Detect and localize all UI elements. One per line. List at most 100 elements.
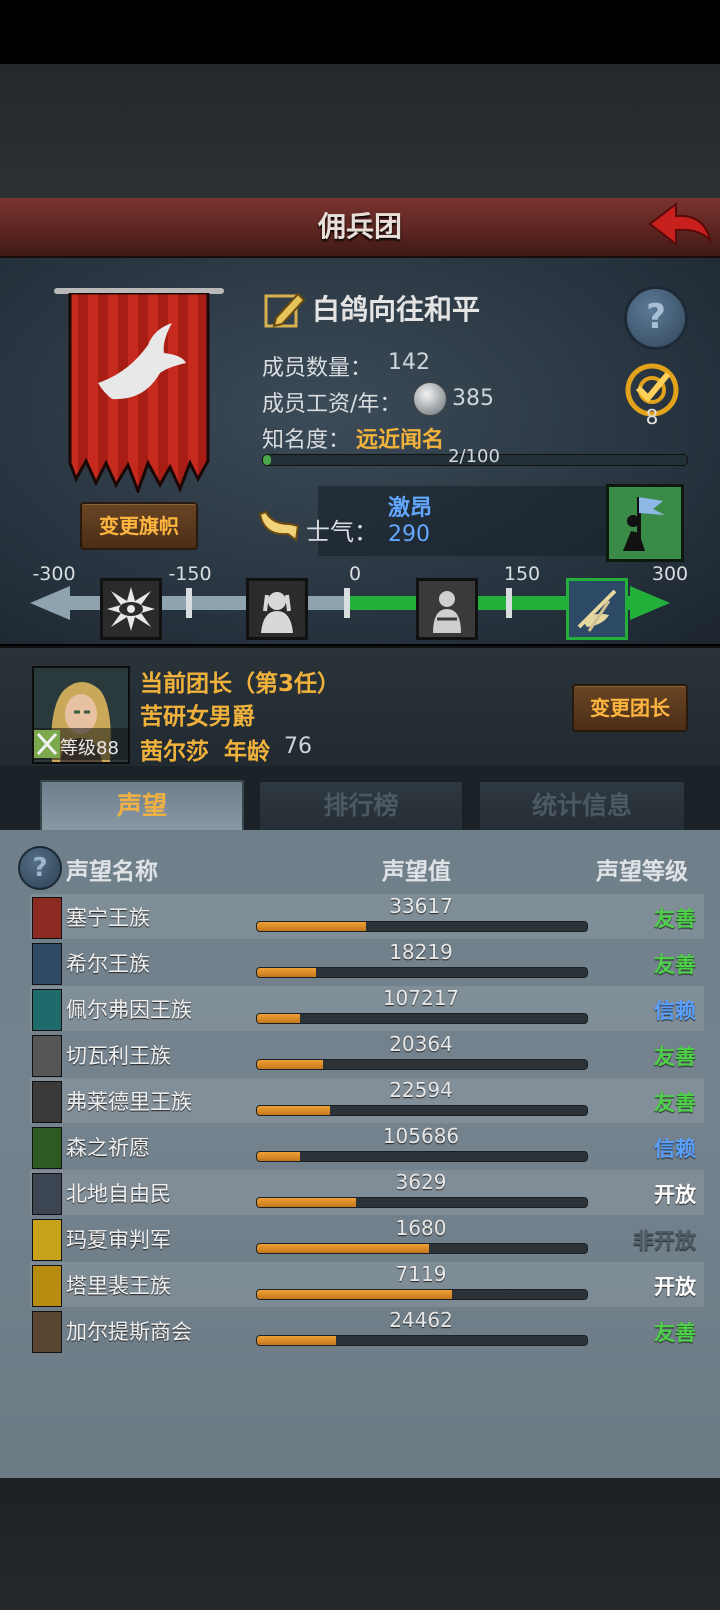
faction-name: 北地自由民 [66,1182,171,1206]
faction-name: 弗莱德里王族 [66,1090,192,1114]
faction-emblem-icon [32,1219,62,1261]
reputation-value: 18219 [389,940,453,964]
change-leader-button[interactable]: 变更团长 [572,684,688,732]
col-header-name: 声望名称 [66,859,158,885]
reputation-bar [256,967,588,978]
reputation-level: 非开放 [633,1229,696,1253]
faction-name: 加尔提斯商会 [66,1320,192,1344]
reputation-bar-fill [257,1244,429,1253]
col-header-level: 声望等级 [596,859,688,885]
fame-progress-text: 2/100 [448,446,500,467]
reputation-level: 友善 [654,953,696,977]
company-banner [68,293,210,493]
reputation-level: 友善 [654,1091,696,1115]
scale-tick: -150 [168,563,212,585]
morale-value: 290 [388,522,430,547]
reputation-bar-fill [257,1290,452,1299]
reputation-bar [256,1059,588,1070]
morale-flag-icon[interactable] [606,484,684,562]
tab-ranking[interactable]: 排行榜 [258,780,464,832]
scale-tick: 0 [348,563,362,585]
table-row[interactable]: 塔里裴王族 7119 开放 [30,1262,704,1307]
col-header-value: 声望值 [382,859,451,885]
table-row[interactable]: 弗莱德里王族 22594 友善 [30,1078,704,1123]
faction-emblem-icon [32,1035,62,1077]
top-background [0,64,720,198]
faction-emblem-icon [32,1127,62,1169]
tab-reputation[interactable]: 声望 [40,780,244,834]
reputation-bar-fill [257,1060,323,1069]
reputation-level: 信赖 [654,1137,696,1161]
reputation-value: 107217 [382,986,460,1010]
faction-name: 佩尔弗因王族 [66,998,192,1022]
scale-tick: 300 [651,563,689,585]
faction-emblem-icon [32,1173,62,1215]
faction-emblem-icon [32,989,62,1031]
help-icon[interactable]: ? [624,286,688,350]
reputation-value: 20364 [389,1032,453,1056]
reputation-bar [256,1289,588,1300]
members-value: 142 [388,350,430,375]
leader-name: 茜尔莎 [140,739,209,765]
reputation-bar [256,1105,588,1116]
reputation-bar-fill [257,1336,337,1345]
tab-statistics[interactable]: 统计信息 [478,780,686,832]
faction-name: 切瓦利王族 [66,1044,171,1068]
table-row[interactable]: 塞宁王族 33617 友善 [30,894,704,939]
reputation-value: 24462 [389,1308,453,1332]
target-count: 8 [645,405,659,429]
faction-name: 森之祈愿 [66,1136,150,1160]
table-row[interactable]: 希尔王族 18219 友善 [30,940,704,985]
reputation-bar-fill [257,1106,330,1115]
morale-label: 士气： [306,518,378,546]
reputation-level: 开放 [654,1183,696,1207]
faction-emblem-icon [32,943,62,985]
reputation-help-icon[interactable]: ? [18,846,62,890]
morale-state: 激昂 [388,496,433,521]
faction-name: 塞宁王族 [66,906,150,930]
reputation-bar [256,1197,588,1208]
leader-level: 等级88 [60,738,119,759]
faction-name: 塔里裴王族 [66,1274,171,1298]
bottom-background [0,1478,720,1610]
faction-emblem-icon [32,1081,62,1123]
page-title: 佣兵团 [317,210,402,243]
table-row[interactable]: 切瓦利王族 20364 友善 [30,1032,704,1077]
edit-name-icon[interactable] [264,290,306,330]
table-row[interactable]: 森之祈愿 105686 信赖 [30,1124,704,1169]
members-label: 成员数量： [262,356,373,381]
table-row[interactable]: 加尔提斯商会 24462 友善 [30,1308,704,1353]
change-banner-button[interactable]: 变更旗帜 [80,502,198,550]
faction-emblem-icon [32,1311,62,1353]
table-row[interactable]: 玛夏审判军 1680 非开放 [30,1216,704,1261]
reputation-level: 友善 [654,1321,696,1345]
faction-name: 玛夏审判军 [66,1228,171,1252]
table-row[interactable]: 北地自由民 3629 开放 [30,1170,704,1215]
wage-value: 385 [452,386,494,411]
despair-figure-icon[interactable] [246,578,308,640]
wage-label: 成员工资/年： [262,392,402,417]
back-arrow-icon[interactable] [646,200,714,252]
reputation-bar [256,1243,588,1254]
eye-burst-icon[interactable] [100,578,162,640]
reputation-value: 7119 [395,1262,447,1286]
leader-age-label: 年龄 [224,739,270,765]
reputation-value: 3629 [395,1170,447,1194]
faction-emblem-icon [32,1265,62,1307]
reputation-level: 开放 [654,1275,696,1299]
reputation-value: 33617 [389,894,453,918]
reputation-bar-fill [257,1014,300,1023]
table-row[interactable]: 佩尔弗因王族 107217 信赖 [30,986,704,1031]
reputation-level: 信赖 [654,999,696,1023]
reputation-value: 1680 [395,1216,447,1240]
silver-coin-icon [413,382,447,416]
title-bar: 佣兵团 [0,198,720,259]
calm-figure-icon[interactable] [416,578,478,640]
leader-trait: 苦研女男爵 [140,704,255,730]
reputation-bar [256,1335,588,1346]
reputation-bar-fill [257,1198,356,1207]
reputation-bar-fill [257,922,366,931]
reputation-level: 友善 [654,907,696,931]
reputation-level: 友善 [654,1045,696,1069]
rally-flag-icon[interactable] [566,578,628,640]
